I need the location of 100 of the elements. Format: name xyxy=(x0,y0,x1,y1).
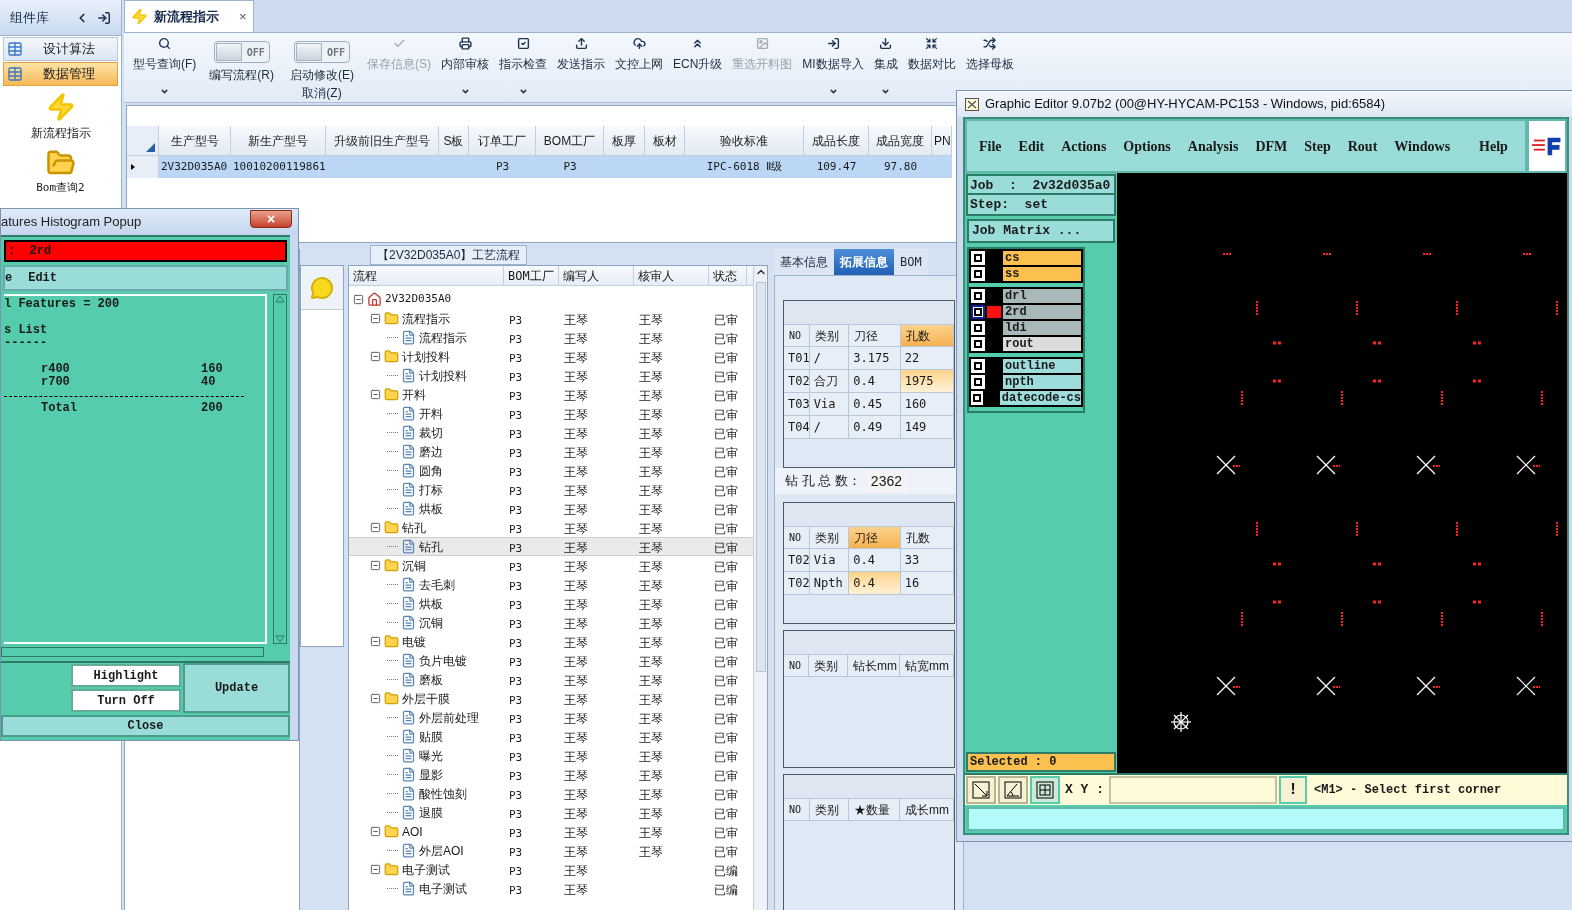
column-header[interactable]: 订单工厂 xyxy=(469,126,536,156)
layer-row[interactable]: ldi xyxy=(969,320,1083,336)
menu-item[interactable]: Options xyxy=(1123,135,1171,157)
toolbar-button[interactable]: MI数据导入 xyxy=(797,33,869,96)
measure-tool-button[interactable] xyxy=(998,776,1028,804)
column-header[interactable]: 编写人 xyxy=(559,266,634,285)
column-header[interactable]: BOM工厂 xyxy=(536,126,604,156)
column-header[interactable]: NO xyxy=(784,527,810,549)
toolbar-button[interactable]: 文控上网 xyxy=(610,33,668,73)
menu-item[interactable]: Rout xyxy=(1347,135,1378,157)
layer-name[interactable]: ss xyxy=(1003,267,1081,281)
toolbar-button[interactable]: 集成 xyxy=(868,33,903,96)
tree-row[interactable]: 电子测试 P3 王琴 已编 xyxy=(349,879,753,898)
column-header[interactable]: BOM工厂 xyxy=(504,266,559,285)
layer-toggle-icon[interactable] xyxy=(971,359,985,373)
tree-row[interactable]: 沉铜 P3 王琴 王琴 已审 xyxy=(349,556,753,575)
tree-row[interactable]: 开料 P3 王琴 王琴 已审 xyxy=(349,404,753,423)
menu-item[interactable]: Analysis xyxy=(1187,135,1239,157)
layer-row[interactable]: 2rd xyxy=(969,304,1083,320)
tree-row[interactable]: 钻孔 P3 王琴 王琴 已审 xyxy=(349,537,753,556)
column-header[interactable]: 类别 xyxy=(809,799,849,821)
tree-row[interactable]: 电子测试 P3 王琴 已编 xyxy=(349,860,753,879)
column-header[interactable]: 类别 xyxy=(809,527,850,549)
horizontal-scrollbar[interactable] xyxy=(1,647,264,657)
tree-row[interactable]: 烘板 P3 王琴 王琴 已审 xyxy=(349,499,753,518)
layer-row[interactable]: cs xyxy=(969,250,1083,266)
tree-row[interactable]: 计划投料 P3 王琴 王琴 已审 xyxy=(349,347,753,366)
tree-row[interactable]: 沉铜 P3 王琴 王琴 已审 xyxy=(349,613,753,632)
collapse-icon[interactable] xyxy=(370,826,381,837)
column-header[interactable]: 板厚 xyxy=(604,126,645,156)
layer-row[interactable]: drl xyxy=(969,288,1083,304)
column-header[interactable]: 孔数 xyxy=(900,325,954,347)
layer-name[interactable]: ldi xyxy=(1003,321,1081,335)
column-header[interactable]: ★数量 xyxy=(848,799,900,821)
tree-row[interactable]: 流程指示 P3 王琴 王琴 已审 xyxy=(349,328,753,347)
tab[interactable]: 拓展信息 xyxy=(834,249,894,275)
layer-toggle-icon[interactable] xyxy=(971,305,985,319)
column-header[interactable]: 类别 xyxy=(809,655,848,677)
toggle-switch[interactable]: OFF xyxy=(213,41,270,63)
turn-off-button[interactable]: Turn Off xyxy=(71,689,181,712)
tab[interactable]: BOM xyxy=(894,249,928,275)
layer-name[interactable]: npth xyxy=(1003,375,1081,389)
collapse-icon[interactable] xyxy=(370,693,381,704)
tree-row[interactable]: 流程指示 P3 王琴 王琴 已审 xyxy=(349,309,753,328)
menu-item[interactable]: Edit xyxy=(1018,135,1045,157)
layer-row[interactable]: outline xyxy=(969,358,1083,374)
job-matrix-button[interactable]: Job Matrix ... xyxy=(967,219,1115,243)
layer-row[interactable]: npth xyxy=(969,374,1083,390)
tab[interactable]: 基本信息 xyxy=(774,249,834,275)
column-header[interactable]: PN xyxy=(932,126,952,156)
tree-row[interactable]: 裁切 P3 王琴 王琴 已审 xyxy=(349,423,753,442)
collapse-icon[interactable] xyxy=(370,389,381,400)
update-button[interactable]: Update xyxy=(183,663,290,713)
layer-name[interactable]: cs xyxy=(1003,251,1081,265)
tree-row[interactable]: 负片电镀 P3 王琴 王琴 已审 xyxy=(349,651,753,670)
tree-row[interactable]: 外层干膜 P3 王琴 王琴 已审 xyxy=(349,689,753,708)
toggle-switch[interactable]: OFF xyxy=(294,41,350,63)
tree-row[interactable]: 烘板 P3 王琴 王琴 已审 xyxy=(349,594,753,613)
column-header[interactable]: 刀径 xyxy=(849,325,901,347)
layer-row[interactable]: rout xyxy=(969,336,1083,352)
menu-item[interactable]: Actions xyxy=(1061,135,1107,157)
column-header[interactable]: 刀径 xyxy=(849,527,901,549)
tree-row[interactable]: 去毛刺 P3 王琴 王琴 已审 xyxy=(349,575,753,594)
xy-input-field[interactable] xyxy=(1109,776,1277,804)
layer-toggle-icon[interactable] xyxy=(971,289,985,303)
sidebar-item[interactable]: 设计算法 xyxy=(3,37,118,61)
layer-row[interactable]: ss xyxy=(969,266,1083,282)
toolbar-button[interactable]: 内部审核 xyxy=(436,33,494,96)
collapse-icon[interactable] xyxy=(370,864,381,875)
layer-toggle-icon[interactable] xyxy=(971,337,985,351)
layer-name[interactable]: datecode-cs xyxy=(999,391,1081,405)
menu-item[interactable]: e xyxy=(5,269,13,287)
column-header[interactable]: 板材 xyxy=(645,126,685,156)
menu-item[interactable]: Step xyxy=(1304,135,1331,157)
tree-row[interactable]: 外层AOI P3 王琴 王琴 已审 xyxy=(349,841,753,860)
column-header[interactable]: 验收标准 xyxy=(685,126,804,156)
menu-item[interactable]: Edit xyxy=(28,269,57,287)
tree-row[interactable]: 钻孔 P3 王琴 王琴 已审 xyxy=(349,518,753,537)
tree-row[interactable]: 圆角 P3 王琴 王琴 已审 xyxy=(349,461,753,480)
collapse-icon[interactable] xyxy=(370,522,381,533)
column-header[interactable]: NO xyxy=(784,799,810,821)
tree-row[interactable]: 电镀 P3 王琴 王琴 已审 xyxy=(349,632,753,651)
menu-item[interactable]: DFM xyxy=(1255,135,1288,157)
layer-toggle-icon[interactable] xyxy=(971,251,985,265)
column-header[interactable]: 成品长度 xyxy=(804,126,869,156)
column-header[interactable]: NO xyxy=(784,655,810,677)
tree-row[interactable]: 外层前处理 P3 王琴 王琴 已审 xyxy=(349,708,753,727)
column-header[interactable]: 孔数 xyxy=(900,527,954,549)
tree-row[interactable]: 磨板 P3 王琴 王琴 已审 xyxy=(349,670,753,689)
tree-row[interactable]: 曝光 P3 王琴 王琴 已审 xyxy=(349,746,753,765)
menu-item[interactable]: File xyxy=(979,135,1002,157)
column-header[interactable]: 核审人 xyxy=(634,266,709,285)
zoom-tool-button[interactable] xyxy=(966,776,996,804)
layer-toggle-icon[interactable] xyxy=(971,375,985,389)
collapse-icon[interactable] xyxy=(370,351,381,362)
collapse-icon[interactable] xyxy=(370,313,381,324)
toolbar-button[interactable]: 指示检查 xyxy=(494,33,552,96)
toolbar-button[interactable]: 型号查询(F) xyxy=(128,33,202,96)
close-button[interactable]: × xyxy=(239,6,247,27)
column-header[interactable]: NO xyxy=(784,325,810,347)
